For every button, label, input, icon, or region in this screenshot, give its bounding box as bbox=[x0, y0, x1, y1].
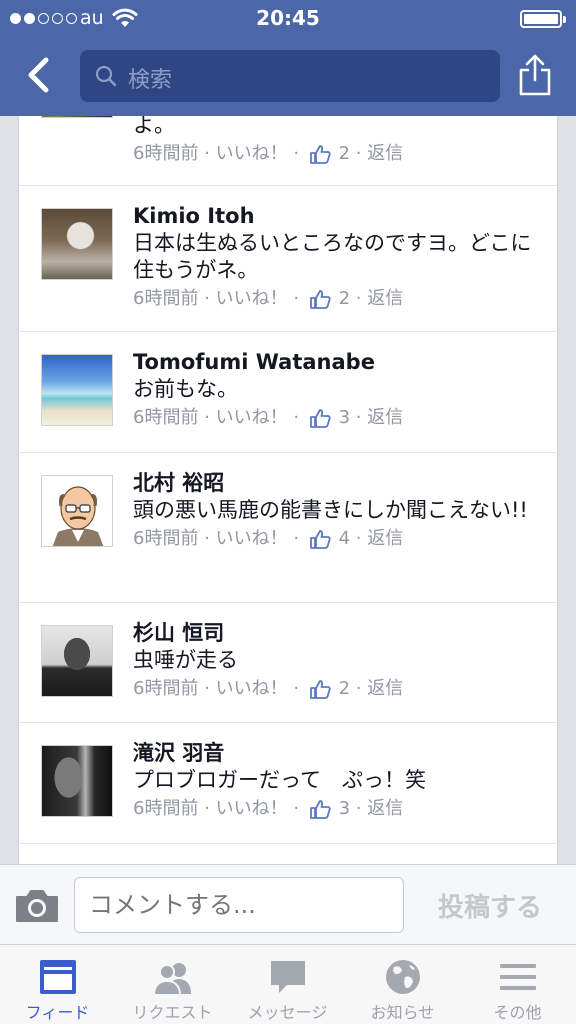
comment-meta: 6時間前 · いいね！ · 4 · 返信 bbox=[133, 528, 404, 549]
camera-icon[interactable] bbox=[14, 889, 60, 923]
comment-list[interactable]: よ。 6時間前 · いいね！ · 2 · 返信 Kimio Itoh 日本は生ぬ… bbox=[18, 116, 558, 864]
comment-text: 日本は生ぬるいところなのですヨ。どこに住もうがネ。 bbox=[133, 231, 532, 282]
globe-notifications-icon bbox=[386, 960, 420, 994]
avatar[interactable] bbox=[41, 745, 113, 817]
tab-notifications[interactable]: お知らせ bbox=[345, 945, 460, 1024]
comment-text: プロブロガーだって ぷっ！笑 bbox=[133, 768, 426, 792]
tab-label: その他 bbox=[493, 1003, 542, 1022]
comment-item: Tomofumi Watanabe お前もな。 6時間前 · いいね！ · 3 … bbox=[19, 332, 557, 453]
back-arrow-icon[interactable] bbox=[20, 52, 60, 98]
comment-item: 北村 裕昭 頭の悪い馬鹿の能書きにしか聞こえない!! 6時間前 · いいね！ ·… bbox=[19, 453, 557, 603]
avatar[interactable] bbox=[41, 354, 113, 426]
comment-meta: 6時間前 · いいね！ · 2 · 返信 bbox=[133, 288, 404, 309]
avatar[interactable] bbox=[41, 625, 113, 697]
comment-item: よ。 6時間前 · いいね！ · 2 · 返信 bbox=[19, 116, 557, 186]
tab-label: フィード bbox=[25, 1003, 90, 1022]
messages-icon bbox=[271, 961, 305, 993]
comment-meta: 6時間前 · いいね！ · 2 · 返信 bbox=[133, 678, 404, 699]
like-count: 2 bbox=[338, 678, 351, 699]
comment-time: 6時間前 bbox=[133, 678, 199, 699]
comment-text: お前もな。 bbox=[133, 377, 238, 401]
status-bar: au 20:45 bbox=[0, 0, 576, 38]
tab-label: リクエスト bbox=[132, 1003, 213, 1022]
commenter-name[interactable]: 杉山 恒司 bbox=[133, 619, 545, 647]
search-icon bbox=[95, 65, 117, 87]
like-count: 3 bbox=[338, 798, 351, 819]
commenter-name[interactable]: Tomofumi Watanabe bbox=[133, 348, 545, 376]
reply-link[interactable]: 返信 bbox=[367, 798, 403, 819]
avatar[interactable] bbox=[41, 116, 113, 118]
thumbs-up-icon bbox=[309, 530, 331, 549]
commenter-name[interactable]: 北村 裕昭 bbox=[133, 469, 545, 497]
comment-time: 6時間前 bbox=[133, 528, 199, 549]
comment-time: 6時間前 bbox=[133, 143, 199, 164]
like-count: 2 bbox=[338, 143, 351, 164]
thumbs-up-icon bbox=[309, 800, 331, 819]
comment-item: 杉山 恒司 虫唾が走る 6時間前 · いいね！ · 2 · 返信 bbox=[19, 603, 557, 723]
tab-more[interactable]: その他 bbox=[460, 945, 575, 1024]
reply-link[interactable]: 返信 bbox=[367, 407, 403, 428]
top-bar: au 20:45 検索 bbox=[0, 0, 576, 116]
comment-time: 6時間前 bbox=[133, 407, 199, 428]
tab-label: お知らせ bbox=[370, 1003, 435, 1022]
reply-link[interactable]: 返信 bbox=[367, 678, 403, 699]
cartoon-face-image bbox=[42, 476, 112, 546]
tab-bar: フィード リクエスト メッセージ お知らせ その他 bbox=[0, 944, 576, 1024]
comment-composer: 投稿する bbox=[0, 864, 576, 944]
comment-meta: 6時間前 · いいね！ · 3 · 返信 bbox=[133, 798, 404, 819]
feed-icon bbox=[40, 960, 76, 994]
thumbs-up-icon bbox=[309, 680, 331, 699]
comment-meta: 6時間前 · いいね！ · 3 · 返信 bbox=[133, 407, 404, 428]
comment-time: 6時間前 bbox=[133, 288, 199, 309]
comment-time: 6時間前 bbox=[133, 798, 199, 819]
battery-icon bbox=[520, 10, 566, 28]
like-link[interactable]: いいね！ bbox=[216, 528, 288, 549]
avatar[interactable] bbox=[41, 208, 113, 280]
comment-text: よ。 bbox=[133, 116, 175, 137]
like-link[interactable]: いいね！ bbox=[216, 143, 288, 164]
like-count: 2 bbox=[338, 288, 351, 309]
share-icon[interactable] bbox=[518, 52, 552, 98]
reply-link[interactable]: 返信 bbox=[367, 143, 403, 164]
comment-item: Kimio Itoh 日本は生ぬるいところなのですヨ。どこに住もうがネ。 6時間… bbox=[19, 186, 557, 332]
search-field[interactable]: 検索 bbox=[80, 50, 500, 102]
navigation-bar: 検索 bbox=[0, 38, 576, 116]
comment-item: 滝沢 羽音 プロブロガーだって ぷっ！笑 6時間前 · いいね！ · 3 · 返… bbox=[19, 723, 557, 844]
thumbs-up-icon bbox=[309, 409, 331, 428]
like-link[interactable]: いいね！ bbox=[216, 407, 288, 428]
search-placeholder: 検索 bbox=[128, 68, 173, 93]
like-count: 4 bbox=[338, 528, 351, 549]
commenter-name[interactable]: Kimio Itoh bbox=[133, 202, 545, 230]
tab-label: メッセージ bbox=[247, 1003, 328, 1022]
comment-text: 頭の悪い馬鹿の能書きにしか聞こえない!! bbox=[133, 498, 528, 522]
menu-icon bbox=[500, 964, 536, 990]
post-button[interactable]: 投稿する bbox=[420, 887, 560, 924]
status-time: 20:45 bbox=[256, 6, 320, 30]
like-link[interactable]: いいね！ bbox=[216, 288, 288, 309]
reply-link[interactable]: 返信 bbox=[367, 288, 403, 309]
reply-link[interactable]: 返信 bbox=[367, 528, 403, 549]
tab-feed[interactable]: フィード bbox=[0, 945, 115, 1024]
like-link[interactable]: いいね！ bbox=[216, 678, 288, 699]
like-link[interactable]: いいね！ bbox=[216, 798, 288, 819]
commenter-name[interactable]: 滝沢 羽音 bbox=[133, 739, 545, 767]
comment-text: 虫唾が走る bbox=[133, 648, 238, 672]
comment-meta: 6時間前 · いいね！ · 2 · 返信 bbox=[133, 143, 404, 164]
friend-requests-icon bbox=[152, 963, 191, 996]
comment-input[interactable] bbox=[74, 877, 404, 933]
tab-requests[interactable]: リクエスト bbox=[115, 945, 230, 1024]
like-count: 3 bbox=[338, 407, 351, 428]
tab-messages[interactable]: メッセージ bbox=[230, 945, 345, 1024]
thumbs-up-icon bbox=[309, 145, 331, 164]
thumbs-up-icon bbox=[309, 290, 331, 309]
avatar[interactable] bbox=[41, 475, 113, 547]
